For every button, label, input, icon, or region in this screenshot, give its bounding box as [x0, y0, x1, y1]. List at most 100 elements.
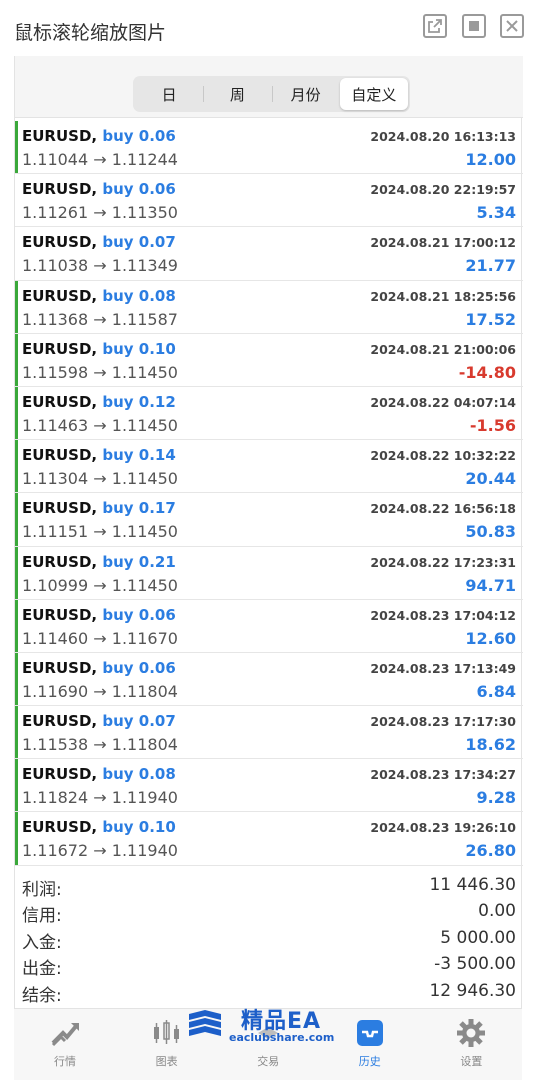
trade-row[interactable]: EURUSD, buy 0.10 2024.08.23 19:26:10 1.116…	[15, 812, 523, 866]
trade-profit: -14.80	[458, 362, 516, 382]
close-price: 1.11450	[111, 415, 178, 435]
summary-label: 利润:	[22, 880, 62, 900]
trade-time: 2024.08.20 16:13:13	[370, 129, 516, 144]
trade-symbol: EURUSD,	[22, 658, 98, 677]
trade-prices: 1.11598 → 1.11450	[22, 363, 178, 382]
tab-settings[interactable]: 设置	[420, 1009, 522, 1080]
trade-symbol: EURUSD,	[22, 339, 98, 358]
arrow: →	[93, 628, 107, 648]
arrow: →	[93, 575, 107, 595]
position-indicator-bar	[15, 386, 18, 440]
trade-row[interactable]: EURUSD, buy 0.06 2024.08.20 22:19:57 1.112…	[15, 174, 523, 228]
position-indicator-bar	[15, 280, 18, 333]
arrow: →	[93, 256, 107, 276]
close-price: 1.11450	[111, 575, 178, 595]
trade-symbol: EURUSD,	[22, 127, 98, 145]
period-tab[interactable]: 自定义	[339, 78, 408, 110]
position-indicator-bar	[15, 599, 18, 652]
arrow: →	[93, 203, 107, 223]
period-tab[interactable]: 周	[203, 78, 271, 110]
trade-prices: 1.11824 → 1.11940	[22, 788, 178, 807]
trade-row[interactable]: EURUSD, buy 0.12 2024.08.22 04:07:14 1.114…	[15, 386, 523, 441]
close-button[interactable]	[500, 14, 524, 38]
summary-label: 信用:	[22, 906, 62, 927]
trade-profit: 17.52	[465, 309, 516, 329]
trade-side-volume: buy 0.06	[102, 605, 176, 624]
open-price: 1.11368	[22, 309, 89, 329]
period-tab[interactable]: 月份	[271, 78, 340, 110]
open-price: 1.11672	[22, 841, 89, 861]
trade-prices: 1.11672 → 1.11940	[22, 841, 178, 860]
chart-icon	[153, 1020, 179, 1044]
trade-row[interactable]: EURUSD, buy 0.07 2024.08.21 17:00:12 1.110…	[15, 227, 523, 281]
trade-time: 2024.08.23 19:26:10	[370, 820, 516, 836]
trade-side-volume: buy 0.10	[102, 339, 176, 358]
trade-side-volume: buy 0.06	[102, 127, 176, 145]
settings-icon	[457, 1019, 486, 1047]
open-external-button[interactable]	[423, 14, 447, 38]
window-title: 鼠标滚轮缩放图片	[14, 22, 167, 44]
trade-prices: 1.11151 → 1.11450	[22, 522, 178, 541]
trade-symbol: EURUSD,	[22, 765, 98, 784]
trade-symbol-line: EURUSD, buy 0.21	[22, 553, 176, 571]
trade-prices: 1.11460 → 1.11670	[22, 629, 178, 648]
trade-prices: 1.11690 → 1.11804	[22, 682, 178, 701]
period-tab[interactable]: 日	[135, 78, 203, 110]
open-price: 1.11038	[22, 256, 89, 276]
trade-symbol-line: EURUSD, buy 0.10	[22, 340, 176, 358]
maximize-button[interactable]	[462, 14, 486, 38]
trade-symbol: EURUSD,	[22, 552, 98, 571]
open-price: 1.11824	[22, 788, 89, 808]
trade-time: 2024.08.21 21:00:06	[370, 341, 516, 357]
trade-profit: 18.62	[465, 735, 516, 755]
trade-side-volume: buy 0.07	[102, 233, 176, 252]
trade-row[interactable]: EURUSD, buy 0.08 2024.08.23 17:34:27 1.118…	[15, 759, 523, 813]
trade-profit: 12.00	[465, 150, 516, 169]
trade-history-list: EURUSD, buy 0.06 2024.08.20 16:13:13 1.110…	[15, 121, 523, 866]
watermark: 精品EA eaclubshare.com	[185, 1003, 355, 1047]
trade-row[interactable]: EURUSD, buy 0.10 2024.08.21 21:00:06 1.115…	[15, 333, 523, 387]
trade-time: 2024.08.23 17:34:27	[370, 767, 516, 783]
trade-profit: 20.44	[465, 469, 516, 489]
trade-row[interactable]: EURUSD, buy 0.08 2024.08.21 18:25:56 1.113…	[15, 280, 523, 334]
position-indicator-bar	[15, 493, 18, 546]
quotes-icon	[51, 1023, 79, 1047]
trade-row[interactable]: EURUSD, buy 0.17 2024.08.22 16:56:18 1.111…	[15, 493, 523, 547]
position-indicator-bar	[15, 759, 18, 812]
trade-symbol: EURUSD,	[22, 605, 98, 624]
trade-time: 2024.08.22 17:23:31	[370, 554, 516, 570]
trade-symbol-line: EURUSD, buy 0.14	[22, 446, 176, 464]
history-icon	[356, 1020, 383, 1046]
trade-row[interactable]: EURUSD, buy 0.06 2024.08.23 17:13:49 1.116…	[15, 652, 523, 707]
summary-row: 出金: -3 500.00	[15, 952, 523, 979]
trade-side-volume: buy 0.10	[102, 818, 176, 837]
open-price: 1.11044	[22, 150, 89, 169]
trade-row[interactable]: EURUSD, buy 0.21 2024.08.22 17:23:31 1.109…	[15, 546, 523, 600]
trade-profit: 50.83	[465, 522, 516, 542]
trade-prices: 1.11038 → 1.11349	[22, 256, 178, 275]
trade-symbol-line: EURUSD, buy 0.12	[22, 393, 176, 411]
watermark-url: eaclubshare.com	[229, 1031, 335, 1044]
trade-side-volume: buy 0.08	[102, 286, 176, 305]
tab-label: 设置	[460, 1055, 483, 1068]
open-price: 1.11598	[22, 362, 89, 382]
trade-profit: 26.80	[465, 841, 516, 861]
close-price: 1.11350	[111, 203, 178, 223]
summary-value: 11 446.30	[429, 875, 516, 895]
trade-prices: 1.11538 → 1.11804	[22, 735, 178, 754]
summary-row: 利润: 11 446.30	[15, 873, 523, 900]
summary-value: 5 000.00	[440, 927, 516, 948]
arrow: →	[93, 150, 107, 169]
close-price: 1.11450	[111, 522, 178, 542]
trade-symbol-line: EURUSD, buy 0.17	[22, 499, 176, 517]
trade-time: 2024.08.23 17:17:30	[370, 714, 516, 730]
trade-side-volume: buy 0.17	[102, 499, 176, 518]
trade-row[interactable]: EURUSD, buy 0.14 2024.08.22 10:32:22 1.113…	[15, 440, 523, 494]
maximize-icon	[469, 21, 479, 31]
trade-row[interactable]: EURUSD, buy 0.06 2024.08.20 16:13:13 1.110…	[15, 121, 523, 175]
trade-row[interactable]: EURUSD, buy 0.07 2024.08.23 17:17:30 1.115…	[15, 706, 523, 760]
arrow: →	[93, 415, 107, 435]
open-price: 1.11151	[22, 522, 89, 542]
tab-quotes[interactable]: 行情	[14, 1009, 116, 1080]
trade-row[interactable]: EURUSD, buy 0.06 2024.08.23 17:04:12 1.114…	[15, 599, 523, 653]
